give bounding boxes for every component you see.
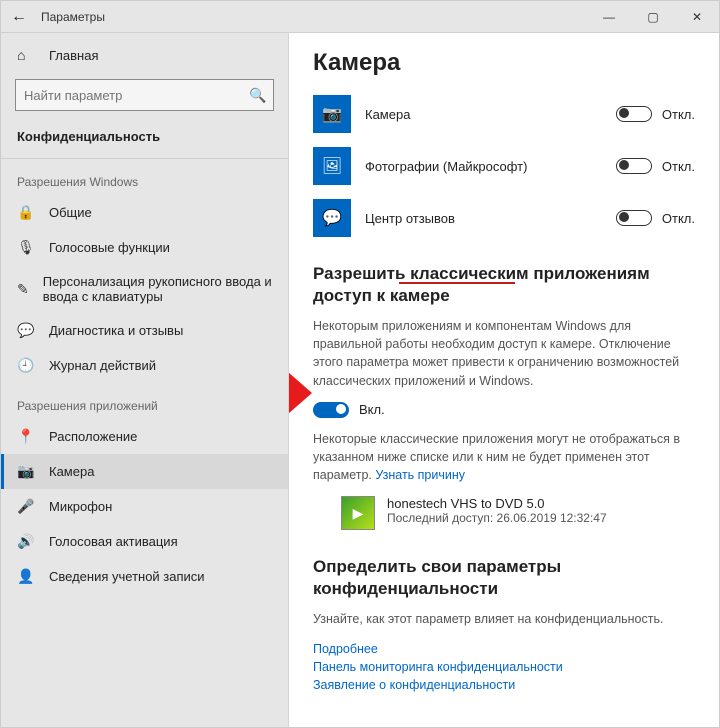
- search-box[interactable]: 🔍: [15, 79, 274, 111]
- home-icon: ⌂: [17, 47, 35, 63]
- search-input[interactable]: [16, 88, 243, 103]
- nav-label: Расположение: [49, 429, 137, 444]
- toggle-state: Откл.: [662, 107, 695, 122]
- link-learn-more[interactable]: Подробнее: [313, 640, 695, 658]
- nav-label: Персонализация рукописного ввода и ввода…: [43, 274, 272, 304]
- privacy-section-desc: Узнайте, как этот параметр влияет на кон…: [313, 610, 695, 628]
- nav-label: Журнал действий: [49, 358, 156, 373]
- nav-label: Сведения учетной записи: [49, 569, 205, 584]
- legacy-app-last-access: Последний доступ: 26.06.2019 12:32:47: [387, 511, 607, 525]
- maximize-button[interactable]: ▢: [631, 1, 675, 33]
- home-link[interactable]: ⌂ Главная: [1, 39, 288, 71]
- titlebar: ← Параметры ― ▢ ✕: [1, 1, 719, 33]
- microphone-icon: 🎤: [17, 498, 35, 515]
- app-icon-photos: 🖼: [313, 147, 351, 185]
- nav-item-diagnostics[interactable]: 💬 Диагностика и отзывы: [1, 313, 288, 348]
- link-privacy-statement[interactable]: Заявление о конфиденциальности: [313, 676, 695, 694]
- classic-section-title: Разрешить классическим приложениям досту…: [313, 263, 695, 307]
- toggle-state: Откл.: [662, 211, 695, 226]
- app-row-photos: 🖼 Фотографии (Майкрософт) Откл.: [313, 147, 695, 185]
- lock-icon: 🔒: [17, 204, 35, 221]
- app-icon-feedback: 💬: [313, 199, 351, 237]
- nav-item-activity[interactable]: 🕘 Журнал действий: [1, 348, 288, 383]
- privacy-links: Подробнее Панель мониторинга конфиденциа…: [313, 640, 695, 694]
- nav-label: Микрофон: [49, 499, 112, 514]
- nav-label: Камера: [49, 464, 94, 479]
- nav-item-voice-activation[interactable]: 🔊 Голосовая активация: [1, 524, 288, 559]
- nav-item-account-info[interactable]: 👤 Сведения учетной записи: [1, 559, 288, 594]
- classic-note: Некоторые классические приложения могут …: [313, 430, 695, 484]
- nav-label: Диагностика и отзывы: [49, 323, 183, 338]
- content-pane: Камера 📷 Камера Откл. 🖼 Фотографии (Майк…: [289, 33, 719, 727]
- toggle-camera-app[interactable]: [616, 106, 652, 122]
- learn-more-link[interactable]: Узнать причину: [375, 468, 465, 482]
- window-body: ⌂ Главная 🔍 Конфиденциальность Разрешени…: [1, 33, 719, 727]
- legacy-app-text: honestech VHS to DVD 5.0 Последний досту…: [387, 496, 607, 525]
- privacy-section-title: Определить свои параметры конфиденциальн…: [313, 556, 695, 600]
- legacy-app-icon: ▶: [341, 496, 375, 530]
- home-label: Главная: [49, 48, 98, 63]
- nav-item-microphone[interactable]: 🎤 Микрофон: [1, 489, 288, 524]
- legacy-app-row: ▶ honestech VHS to DVD 5.0 Последний дос…: [341, 496, 695, 530]
- search-icon: 🔍: [243, 87, 273, 104]
- nav-item-location[interactable]: 📍 Расположение: [1, 419, 288, 454]
- window-controls: ― ▢ ✕: [587, 1, 719, 33]
- group-windows-label: Разрешения Windows: [1, 159, 288, 195]
- classic-section-desc: Некоторым приложениям и компонентам Wind…: [313, 317, 695, 390]
- mic-icon: 🎙: [17, 239, 35, 256]
- history-icon: 🕘: [17, 357, 35, 374]
- app-row-camera: 📷 Камера Откл.: [313, 95, 695, 133]
- close-button[interactable]: ✕: [675, 1, 719, 33]
- settings-window: ← Параметры ― ▢ ✕ ⌂ Главная 🔍 Конфиденци…: [0, 0, 720, 728]
- camera-icon: 📷: [17, 463, 35, 480]
- link-privacy-dashboard[interactable]: Панель мониторинга конфиденциальности: [313, 658, 695, 676]
- classic-toggle-row: Вкл.: [313, 402, 695, 418]
- page-title: Камера: [313, 49, 695, 77]
- app-name: Камера: [365, 107, 616, 122]
- category-label: Конфиденциальность: [1, 121, 288, 159]
- annotation-underline: [399, 282, 515, 284]
- nav-label: Голосовые функции: [49, 240, 170, 255]
- legacy-app-name: honestech VHS to DVD 5.0: [387, 496, 607, 511]
- feedback-icon: 💬: [17, 322, 35, 339]
- back-button[interactable]: ←: [1, 8, 37, 26]
- app-icon-camera: 📷: [313, 95, 351, 133]
- nav-item-camera[interactable]: 📷 Камера: [1, 454, 288, 489]
- nav-item-general[interactable]: 🔒 Общие: [1, 195, 288, 230]
- account-icon: 👤: [17, 568, 35, 585]
- minimize-button[interactable]: ―: [587, 1, 631, 33]
- nav-label: Общие: [49, 205, 92, 220]
- group-apps-label: Разрешения приложений: [1, 383, 288, 419]
- app-name: Фотографии (Майкрософт): [365, 159, 616, 174]
- toggle-photos-app[interactable]: [616, 158, 652, 174]
- window-title: Параметры: [37, 10, 587, 24]
- toggle-state: Вкл.: [359, 402, 385, 417]
- voice-icon: 🔊: [17, 533, 35, 550]
- sidebar: ⌂ Главная 🔍 Конфиденциальность Разрешени…: [1, 33, 289, 727]
- toggle-classic-apps[interactable]: [313, 402, 349, 418]
- pen-icon: ✎: [17, 281, 29, 298]
- toggle-state: Откл.: [662, 159, 695, 174]
- nav-item-inking[interactable]: ✎ Персонализация рукописного ввода и вво…: [1, 265, 288, 313]
- nav-label: Голосовая активация: [49, 534, 178, 549]
- location-icon: 📍: [17, 428, 35, 445]
- toggle-feedback-app[interactable]: [616, 210, 652, 226]
- nav-item-speech[interactable]: 🎙 Голосовые функции: [1, 230, 288, 265]
- app-row-feedback: 💬 Центр отзывов Откл.: [313, 199, 695, 237]
- app-name: Центр отзывов: [365, 211, 616, 226]
